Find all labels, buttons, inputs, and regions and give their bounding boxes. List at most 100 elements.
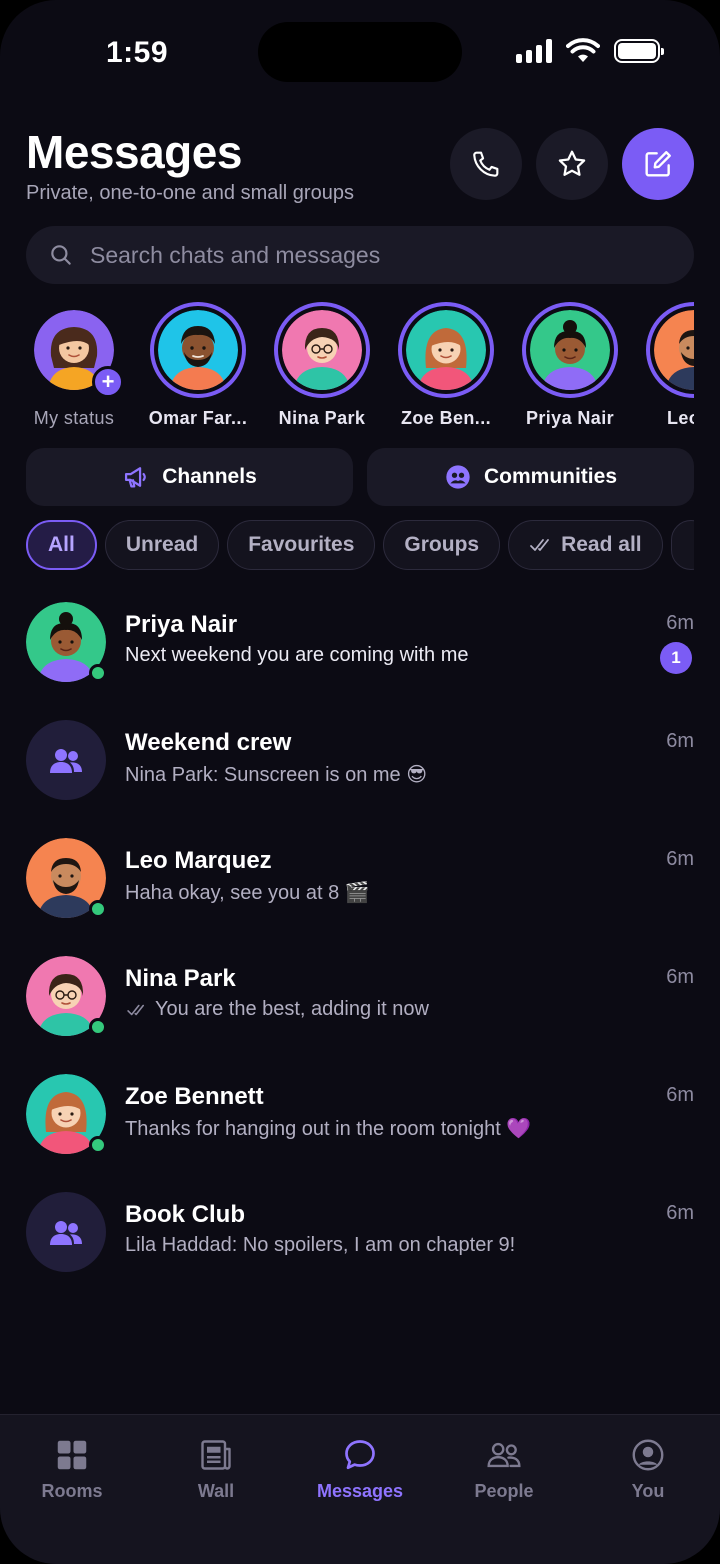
compose-button[interactable] <box>622 128 694 200</box>
chat-preview: Haha okay, see you at 8 🎬 <box>125 882 370 904</box>
filter-groups[interactable]: Groups <box>383 520 501 570</box>
add-status-icon[interactable]: + <box>92 366 124 398</box>
channels-button[interactable]: Channels <box>26 448 353 506</box>
nav-messages[interactable]: Messages <box>288 1415 432 1564</box>
status-time: 1:59 <box>106 36 169 69</box>
channels-label: Channels <box>162 465 257 488</box>
chat-name: Priya Nair <box>125 611 238 638</box>
avatar <box>26 838 107 918</box>
communities-icon <box>446 465 470 489</box>
online-indicator <box>89 664 107 682</box>
story-name: Zoe Ben... <box>400 408 491 428</box>
online-indicator <box>89 1136 107 1154</box>
chat-name: Nina Park <box>125 965 236 992</box>
newspaper-icon <box>201 1440 231 1470</box>
chat-name: Zoe Bennett <box>125 1083 264 1110</box>
story-nina[interactable]: Nina Park <box>274 302 370 432</box>
group-avatar <box>26 720 106 800</box>
story-omar[interactable]: Omar Far... <box>148 302 248 432</box>
chip-label: Favourites <box>248 533 355 556</box>
story-ring <box>646 302 694 398</box>
avatar <box>406 310 486 390</box>
story-ring <box>274 302 370 398</box>
favourites-button[interactable] <box>536 128 608 200</box>
compose-icon <box>645 151 671 177</box>
chat-bubble-icon <box>345 1440 375 1470</box>
double-check-icon <box>127 1004 145 1015</box>
chat-preview: Lila Haddad: No spoilers, I am on chapte… <box>125 1234 516 1256</box>
chat-preview: You are the best, adding it now <box>125 998 694 1021</box>
story-name: Nina Park <box>278 408 366 428</box>
communities-button[interactable]: Communities <box>367 448 694 506</box>
nav-label: Messages <box>316 1481 404 1501</box>
double-check-icon <box>530 539 549 551</box>
chat-time: 6m <box>666 966 694 988</box>
call-button[interactable] <box>450 128 522 200</box>
chat-row-leo[interactable]: Leo Marquez Haha okay, see you at 8 🎬 6m <box>26 836 694 954</box>
dynamic-island <box>258 22 462 82</box>
nav-rooms[interactable]: Rooms <box>0 1415 144 1564</box>
nav-you[interactable]: You <box>576 1415 720 1564</box>
chat-time: 6m <box>666 848 694 870</box>
profile-icon <box>632 1439 664 1471</box>
nav-people[interactable]: People <box>432 1415 576 1564</box>
page-header: Messages Private, one-to-one and small g… <box>26 124 694 208</box>
status-icons <box>516 38 664 64</box>
filter-all[interactable]: All <box>26 520 97 570</box>
chat-time: 6m <box>666 1084 694 1106</box>
chat-time: 6m <box>666 1202 694 1224</box>
story-name: Priya Nair <box>525 408 615 428</box>
search-icon <box>51 245 71 265</box>
unread-badge: 1 <box>660 642 692 674</box>
avatar <box>26 602 107 682</box>
chat-row-nina[interactable]: Nina Park You are the best, adding it no… <box>26 954 694 1072</box>
chat-preview: Next weekend you are coming with me <box>125 644 469 666</box>
story-ring: + <box>26 302 124 398</box>
group-avatar <box>26 1192 106 1272</box>
avatar <box>654 310 694 390</box>
section-tabs: Channels Communities <box>26 448 694 506</box>
story-leo[interactable]: Leo M <box>646 302 694 432</box>
filter-favourites[interactable]: Favourites <box>227 520 376 570</box>
battery-icon <box>614 39 664 63</box>
phone-screen: 1:59 Messages Private, one-to-one and sm… <box>0 0 720 1564</box>
search-bar[interactable] <box>26 226 694 284</box>
group-icon <box>50 1221 82 1245</box>
filter-unread[interactable]: Unread <box>104 520 220 570</box>
search-input[interactable] <box>90 241 694 269</box>
nav-label: Rooms <box>41 1481 103 1501</box>
communities-label: Communities <box>483 465 617 488</box>
read-all-button[interactable]: Read all <box>508 520 663 570</box>
signal-icon <box>516 39 552 63</box>
chat-row-book-club[interactable]: Book Club Lila Haddad: No spoilers, I am… <box>26 1190 694 1308</box>
header-actions <box>450 128 694 200</box>
group-icon <box>50 749 82 773</box>
nav-label: People <box>474 1481 534 1501</box>
chat-row-priya[interactable]: Priya Nair Next weekend you are coming w… <box>26 600 694 718</box>
filter-more[interactable] <box>670 520 694 570</box>
story-my-status[interactable]: + My status <box>26 302 124 432</box>
bottom-nav: Rooms Wall Messages People You <box>0 1414 720 1564</box>
chip-label: All <box>48 533 75 556</box>
story-name: Omar Far... <box>148 408 248 428</box>
story-priya[interactable]: Priya Nair <box>522 302 618 432</box>
story-name: My status <box>33 408 115 428</box>
story-name: Leo M <box>667 408 694 428</box>
chat-time: 6m <box>666 612 694 634</box>
grid-icon <box>57 1440 87 1470</box>
chat-list: Priya Nair Next weekend you are coming w… <box>26 600 694 1308</box>
story-zoe[interactable]: Zoe Ben... <box>398 302 494 432</box>
nav-label: Wall <box>197 1481 235 1501</box>
status-bar: 1:59 <box>0 0 720 100</box>
avatar <box>158 310 238 390</box>
chat-name: Book Club <box>125 1201 245 1228</box>
story-ring <box>150 302 246 398</box>
avatar <box>530 310 610 390</box>
nav-wall[interactable]: Wall <box>144 1415 288 1564</box>
chat-row-zoe[interactable]: Zoe Bennett Thanks for hanging out in th… <box>26 1072 694 1190</box>
chat-row-weekend-crew[interactable]: Weekend crew Nina Park: Sunscreen is on … <box>26 718 694 836</box>
chip-label: Unread <box>125 533 199 556</box>
online-indicator <box>89 1018 107 1036</box>
avatar <box>26 956 107 1036</box>
phone-icon <box>473 151 499 177</box>
